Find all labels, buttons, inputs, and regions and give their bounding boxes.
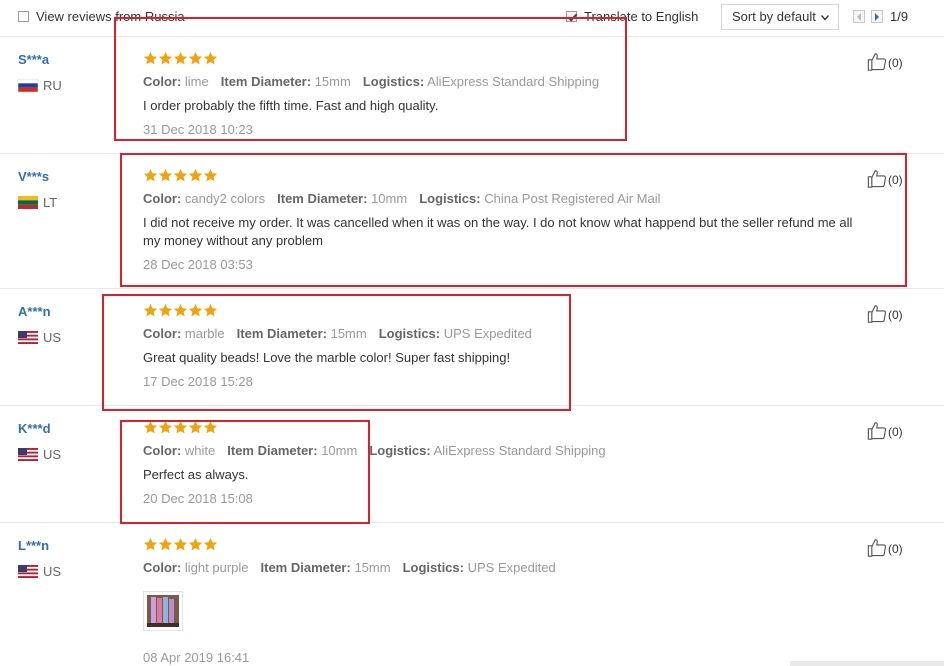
chevron-down-icon	[821, 15, 829, 21]
logistics-value: UPS Expedited	[467, 560, 556, 575]
reviewer-country: US	[18, 564, 61, 579]
beads-photo-icon	[147, 595, 179, 627]
helpful-count: (0)	[888, 56, 903, 70]
reviewer-name[interactable]: K***d	[18, 421, 51, 436]
page-indicator: 1/9	[890, 9, 909, 24]
us-flag-icon	[18, 448, 38, 461]
chevron-left-icon	[857, 13, 861, 21]
thumbs-up-icon	[866, 538, 888, 557]
thumbs-up-icon	[866, 304, 888, 323]
reviewer-name[interactable]: A***n	[18, 304, 51, 319]
highlight-box	[120, 420, 370, 524]
prev-page-button[interactable]	[853, 10, 865, 23]
star-rating	[143, 537, 218, 557]
color-value: light purple	[184, 560, 249, 575]
star-icon	[203, 537, 218, 552]
reviewer-country: LT	[18, 195, 57, 210]
reviewer-country: RU	[18, 78, 62, 93]
us-flag-icon	[18, 331, 38, 344]
russia-flag-icon	[18, 79, 38, 92]
sort-dropdown-value: Sort by default	[732, 9, 816, 24]
helpful-button[interactable]: (0)	[866, 538, 903, 557]
helpful-count: (0)	[888, 425, 903, 439]
reviewer-country: US	[18, 330, 61, 345]
lithuania-flag-icon	[18, 196, 38, 209]
highlight-box	[114, 17, 627, 141]
highlight-box	[120, 153, 907, 287]
star-icon	[173, 537, 188, 552]
diameter-value: 15mm	[354, 560, 391, 575]
star-icon	[188, 537, 203, 552]
russia-filter-checkbox[interactable]	[18, 11, 29, 22]
star-icon	[143, 537, 158, 552]
thumbs-up-icon	[866, 421, 888, 440]
chevron-right-icon	[875, 13, 879, 21]
country-code: LT	[43, 195, 58, 210]
review-date: 08 Apr 2019 16:41	[143, 650, 250, 665]
horizontal-scrollbar[interactable]	[790, 661, 944, 666]
logistics-value: AliExpress Standard Shipping	[433, 443, 606, 458]
country-code: US	[43, 330, 62, 345]
star-icon	[158, 537, 173, 552]
thumbs-up-icon	[866, 52, 888, 71]
highlight-box	[102, 294, 571, 411]
review-attributes: Color: light purple Item Diameter: 15mm Lo…	[143, 560, 556, 575]
attr-label: Logistics:	[369, 443, 431, 458]
attr-label: Color:	[143, 560, 182, 575]
helpful-count: (0)	[888, 542, 903, 556]
helpful-count: (0)	[888, 308, 903, 322]
reviewer-name[interactable]: S***a	[18, 52, 49, 67]
divider	[0, 288, 944, 289]
reviewer-name[interactable]: L***n	[18, 538, 49, 553]
country-code: US	[43, 447, 62, 462]
attr-label: Item Diameter:	[260, 560, 351, 575]
helpful-button[interactable]: (0)	[866, 421, 903, 440]
helpful-button[interactable]: (0)	[866, 52, 903, 71]
attr-label: Logistics:	[402, 560, 464, 575]
country-code: RU	[43, 78, 62, 93]
sort-dropdown[interactable]: Sort by default	[721, 4, 839, 30]
reviewer-country: US	[18, 447, 61, 462]
next-page-button[interactable]	[871, 10, 883, 23]
us-flag-icon	[18, 565, 38, 578]
helpful-button[interactable]: (0)	[866, 304, 903, 323]
country-code: US	[43, 564, 62, 579]
review-photo-thumbnail[interactable]	[143, 591, 183, 631]
reviewer-name[interactable]: V***s	[18, 169, 49, 184]
